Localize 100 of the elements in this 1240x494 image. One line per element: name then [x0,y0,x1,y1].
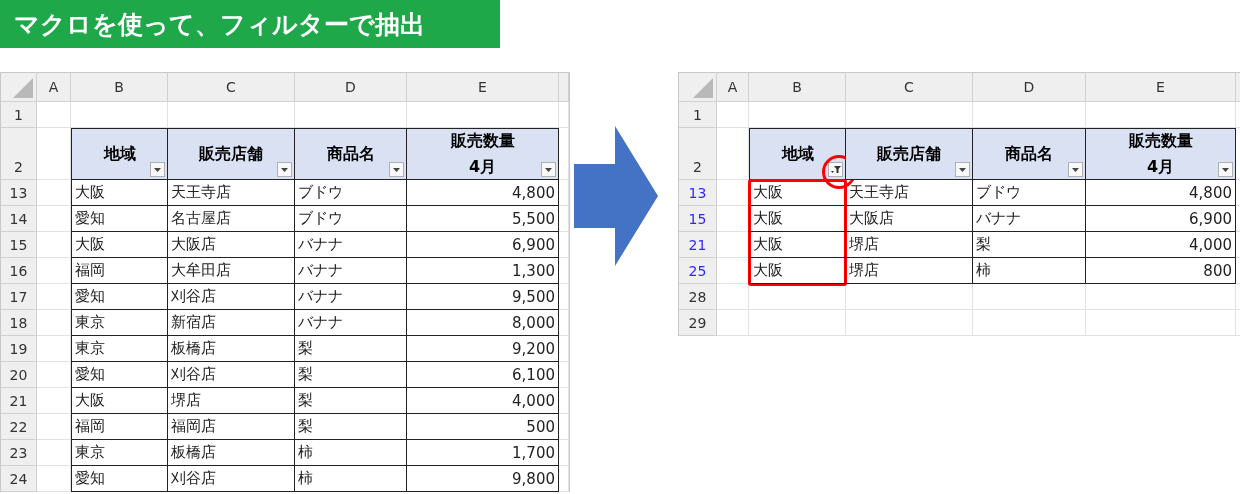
table-cell: 大阪 [71,180,168,206]
caret-icon [1222,167,1229,172]
filter-button[interactable] [277,162,292,177]
filter-button[interactable] [389,162,404,177]
row-header[interactable]: 20 [1,362,37,388]
table-cell: 大阪店 [168,232,295,258]
sheet-cell [37,206,71,232]
sheet-cell [559,388,569,414]
filter-button[interactable] [541,162,556,177]
table-cell: 愛知 [71,466,168,492]
sheet-cell [559,466,569,492]
column-header[interactable]: D [295,73,407,102]
table-cell: 大牟田店 [168,258,295,284]
filter-button[interactable] [828,162,843,177]
table-cell: 大阪 [71,232,168,258]
column-header[interactable]: A [717,73,749,102]
sheet-cell [559,284,569,310]
table-cell: 1,300 [407,258,559,284]
sheet-cell [559,258,569,284]
sheet-cell [559,336,569,362]
table-cell: 天王寺店 [846,180,973,206]
table-cell: 堺店 [846,232,973,258]
filter-button[interactable] [955,162,970,177]
table-cell: 愛知 [71,362,168,388]
column-header[interactable]: B [749,73,846,102]
column-header[interactable]: A [37,73,71,102]
table-cell: ブドウ [973,180,1086,206]
row-header[interactable]: 16 [1,258,37,284]
corner-triangle-icon [13,78,33,98]
table-cell: 大阪店 [846,206,973,232]
row-header[interactable]: 22 [1,414,37,440]
row-header[interactable]: 1 [1,102,37,128]
row-header[interactable]: 21 [1,388,37,414]
table-cell: 梨 [295,362,407,388]
table-cell: 4,800 [1086,180,1236,206]
table-cell: 大阪 [749,206,846,232]
header-text: 販売店舗 [877,143,941,165]
column-header[interactable]: B [71,73,168,102]
row-header[interactable]: 1 [679,102,717,128]
table-cell: 大阪 [749,232,846,258]
filter-button[interactable] [150,162,165,177]
table-cell: 柿 [295,440,407,466]
sheet-cell [37,232,71,258]
table-cell: 9,800 [407,466,559,492]
caret-icon [1072,167,1079,172]
column-header[interactable]: C [168,73,295,102]
table-cell: 板橋店 [168,336,295,362]
row-header[interactable]: 29 [679,310,717,336]
row-header[interactable]: 23 [1,440,37,466]
caret-icon [545,167,552,172]
table-cell: 8,000 [407,310,559,336]
row-header[interactable]: 25 [679,258,717,284]
caret-icon [393,167,400,172]
table-cell: 福岡 [71,414,168,440]
table-cell: 500 [407,414,559,440]
table-cell: 愛知 [71,206,168,232]
column-header[interactable]: D [973,73,1086,102]
table-cell: 4,000 [1086,232,1236,258]
column-header[interactable]: E [407,73,559,102]
table-cell: 堺店 [168,388,295,414]
caret-icon [281,167,288,172]
row-header[interactable]: 2 [1,128,37,180]
row-header[interactable]: 17 [1,284,37,310]
caret-icon [154,167,161,172]
sheet-cell [37,102,71,128]
row-header[interactable]: 15 [1,232,37,258]
sheet-cell [559,232,569,258]
sheet-cell [37,440,71,466]
row-header[interactable]: 15 [679,206,717,232]
row-header[interactable]: 19 [1,336,37,362]
caret-icon [959,167,966,172]
sheet-cell [559,310,569,336]
sheet-cell [559,440,569,466]
sheet-cell [559,180,569,206]
header-text: 4月 [468,156,497,178]
sheet-cell [37,284,71,310]
column-header[interactable]: C [846,73,973,102]
column-header[interactable]: E [1086,73,1236,102]
row-header[interactable]: 14 [1,206,37,232]
row-header[interactable]: 28 [679,284,717,310]
header-text: 商品名 [1005,143,1053,165]
row-header[interactable]: 21 [679,232,717,258]
header-text: 4月 [1146,156,1175,178]
table-cell: バナナ [973,206,1086,232]
row-header[interactable]: 18 [1,310,37,336]
header-text: 販売店舗 [199,143,263,165]
row-header[interactable]: 13 [1,180,37,206]
row-header[interactable]: 2 [679,128,717,180]
sheet-cell [37,310,71,336]
table-cell: 刈谷店 [168,362,295,388]
filter-button[interactable] [1218,162,1233,177]
row-header[interactable]: 24 [1,466,37,492]
row-header[interactable]: 13 [679,180,717,206]
filter-button[interactable] [1068,162,1083,177]
sheet-cell [559,206,569,232]
table-cell: 刈谷店 [168,466,295,492]
table-cell: 刈谷店 [168,284,295,310]
table-cell: バナナ [295,232,407,258]
sheet-cell [559,128,569,180]
table-cell: 梨 [295,336,407,362]
